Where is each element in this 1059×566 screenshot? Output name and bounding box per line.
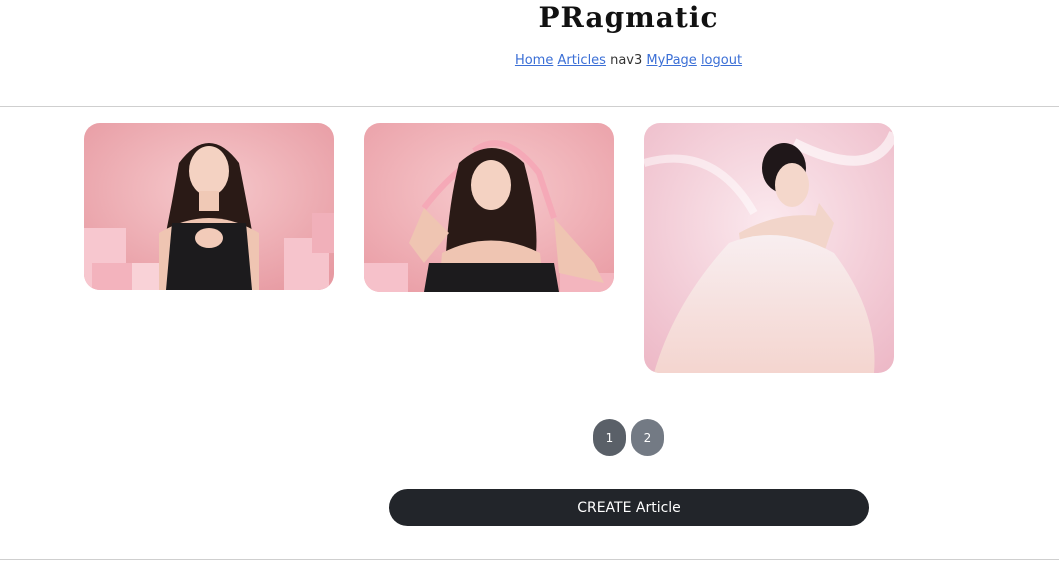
article-photo <box>84 123 334 290</box>
nav-logout-link[interactable]: logout <box>701 53 742 68</box>
article-photo <box>364 123 614 292</box>
site-header: PRagmatic Home Articles nav3 MyPage logo… <box>0 0 1059 107</box>
page-button-2[interactable]: 2 <box>631 419 664 456</box>
nav-articles-link[interactable]: Articles <box>557 53 605 68</box>
site-logo[interactable]: PRagmatic <box>0 0 1059 36</box>
page-button-1[interactable]: 1 <box>593 419 626 456</box>
nav-mypage-link[interactable]: MyPage <box>646 53 696 68</box>
article-card[interactable] <box>644 123 894 373</box>
nav-nav3-text: nav3 <box>610 53 643 68</box>
article-photo <box>644 123 894 373</box>
nav-home-link[interactable]: Home <box>515 53 553 68</box>
create-article-button[interactable]: CREATE Article <box>389 489 869 526</box>
footer-divider <box>0 559 1059 560</box>
main-nav: Home Articles nav3 MyPage logout <box>0 53 1059 68</box>
article-card[interactable] <box>84 123 334 290</box>
pagination: 1 2 <box>593 419 664 457</box>
article-card[interactable] <box>364 123 614 292</box>
